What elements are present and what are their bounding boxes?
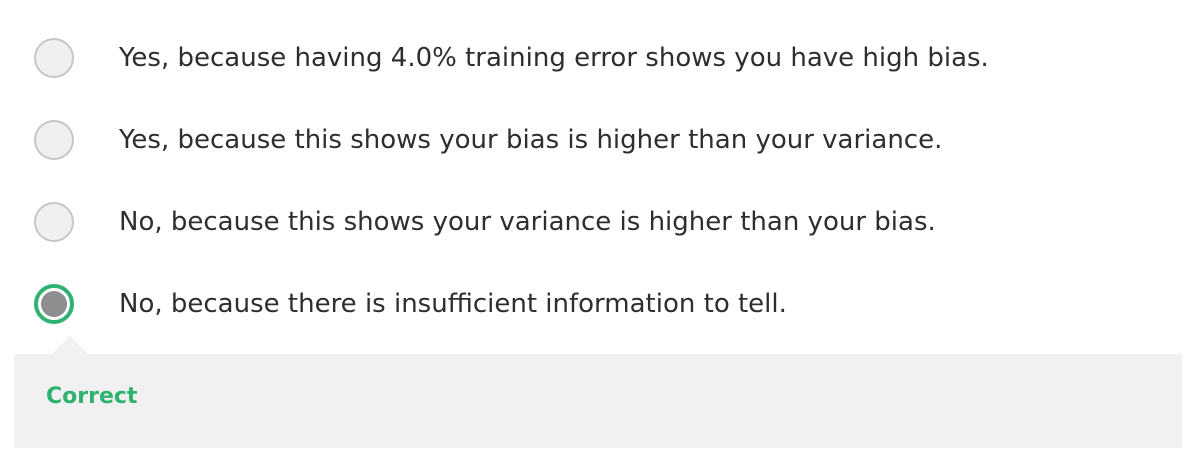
feedback-status: Correct: [46, 384, 138, 409]
quiz-question: Yes, because having 4.0% training error …: [0, 0, 1200, 466]
answer-option-1[interactable]: Yes, because having 4.0% training error …: [34, 36, 989, 80]
answer-option-label: Yes, because this shows your bias is hig…: [119, 125, 943, 155]
feedback-pointer: [52, 336, 88, 354]
answer-option-label: No, because there is insufficient inform…: [119, 289, 787, 319]
radio-button-unselected[interactable]: [34, 38, 74, 78]
answer-option-label: Yes, because having 4.0% training error …: [119, 43, 989, 73]
answer-option-3[interactable]: No, because this shows your variance is …: [34, 200, 936, 244]
answer-option-2[interactable]: Yes, because this shows your bias is hig…: [34, 118, 942, 162]
answer-option-label: No, because this shows your variance is …: [119, 207, 936, 237]
radio-button-unselected[interactable]: [34, 120, 74, 160]
feedback-panel: Correct: [14, 336, 1182, 448]
radio-button-selected[interactable]: [34, 284, 74, 324]
radio-button-unselected[interactable]: [34, 202, 74, 242]
answer-option-4[interactable]: No, because there is insufficient inform…: [34, 282, 787, 326]
